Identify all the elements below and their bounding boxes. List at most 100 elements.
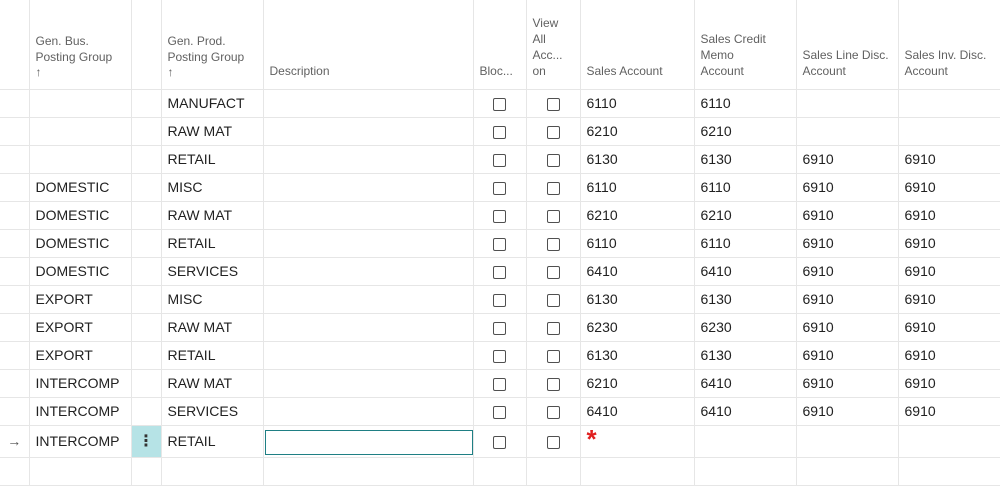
cell-description[interactable] (263, 89, 474, 118)
table-row[interactable]: DOMESTIC RAW MAT 6210 6210 6910 6910 (0, 201, 1000, 230)
cell-gen-prod-posting-group[interactable]: RETAIL (161, 229, 264, 258)
cell-description[interactable] (263, 201, 474, 230)
row-menu-cell[interactable] (131, 397, 162, 426)
cell-sales-credit-memo-account[interactable]: 6230 (694, 313, 797, 342)
cell-gen-bus-posting-group[interactable]: INTERCOMP (29, 369, 132, 398)
header-view-all-accounts[interactable]: View All Acc... on (526, 0, 581, 90)
blocked-checkbox[interactable] (493, 293, 506, 307)
cell-blocked[interactable] (473, 341, 527, 370)
blocked-checkbox[interactable] (493, 435, 506, 449)
cell-sales-account[interactable]: 6230 (580, 313, 695, 342)
cell-description[interactable] (263, 397, 474, 426)
cell-sales-inv-disc-account[interactable]: 6910 (898, 229, 1000, 258)
cell-gen-bus-posting-group[interactable]: EXPORT (29, 285, 132, 314)
cell-gen-bus-posting-group[interactable]: INTERCOMP (29, 425, 132, 458)
header-description[interactable]: Description (263, 0, 474, 90)
cell-sales-inv-disc-account[interactable] (898, 117, 1000, 146)
blocked-checkbox[interactable] (493, 377, 506, 391)
cell-sales-account[interactable]: 6110 (580, 89, 695, 118)
row-menu-cell[interactable] (131, 229, 162, 258)
cell-blocked[interactable] (473, 369, 527, 398)
cell-sales-credit-memo-account[interactable]: 6130 (694, 341, 797, 370)
blocked-checkbox[interactable] (493, 405, 506, 419)
cell-view-all-accounts[interactable] (526, 117, 581, 146)
cell-blocked[interactable] (473, 117, 527, 146)
cell-view-all-accounts[interactable] (526, 173, 581, 202)
row-menu-cell[interactable] (131, 369, 162, 398)
cell-view-all-accounts[interactable] (526, 229, 581, 258)
cell-view-all-accounts[interactable] (526, 257, 581, 286)
cell-sales-account[interactable]: 6130 (580, 145, 695, 174)
cell-gen-prod-posting-group[interactable]: SERVICES (161, 397, 264, 426)
cell-sales-inv-disc-account[interactable]: 6910 (898, 313, 1000, 342)
view-all-accounts-checkbox[interactable] (546, 405, 560, 419)
row-menu-cell[interactable] (131, 173, 162, 202)
view-all-accounts-checkbox[interactable] (546, 293, 560, 307)
view-all-accounts-checkbox[interactable] (546, 97, 560, 111)
header-sales-credit-memo-account[interactable]: Sales Credit Memo Account (694, 0, 797, 90)
table-row[interactable]: DOMESTIC SERVICES 6410 6410 6910 6910 (0, 257, 1000, 286)
cell-sales-credit-memo-account[interactable]: 6210 (694, 201, 797, 230)
view-all-accounts-checkbox[interactable] (546, 181, 560, 195)
header-gen-bus-posting-group[interactable]: Gen. Bus. Posting Group ↑ (29, 0, 132, 90)
cell-gen-prod-posting-group[interactable]: MISC (161, 173, 264, 202)
cell-sales-line-disc-account[interactable]: 6910 (796, 201, 899, 230)
cell-gen-prod-posting-group[interactable]: RETAIL (161, 341, 264, 370)
cell-sales-account[interactable]: 6110 (580, 229, 695, 258)
header-blocked[interactable]: Bloc... (473, 0, 527, 90)
cell-sales-line-disc-account[interactable]: 6910 (796, 173, 899, 202)
cell-sales-credit-memo-account[interactable]: 6410 (694, 369, 797, 398)
view-all-accounts-checkbox[interactable] (546, 209, 560, 223)
cell-view-all-accounts[interactable] (526, 201, 581, 230)
row-menu-cell[interactable] (131, 201, 162, 230)
header-sales-line-disc-account[interactable]: Sales Line Disc. Account (796, 0, 899, 90)
cell-blocked[interactable] (473, 89, 527, 118)
cell-description[interactable] (263, 117, 474, 146)
cell-gen-prod-posting-group[interactable]: MISC (161, 285, 264, 314)
cell-sales-credit-memo-account[interactable]: 6110 (694, 89, 797, 118)
cell-sales-credit-memo-account[interactable]: 6130 (694, 145, 797, 174)
cell-sales-line-disc-account[interactable] (796, 117, 899, 146)
cell-blocked[interactable] (473, 425, 527, 458)
cell-view-all-accounts[interactable] (526, 313, 581, 342)
cell-sales-inv-disc-account[interactable] (898, 89, 1000, 118)
cell-sales-inv-disc-account[interactable]: 6910 (898, 145, 1000, 174)
blocked-checkbox[interactable] (493, 265, 506, 279)
cell-blocked[interactable] (473, 201, 527, 230)
row-menu-cell[interactable] (131, 117, 162, 146)
header-gen-prod-posting-group[interactable]: Gen. Prod. Posting Group ↑ (161, 0, 264, 90)
cell-sales-inv-disc-account[interactable]: 6910 (898, 257, 1000, 286)
row-menu-cell[interactable] (131, 257, 162, 286)
cell-gen-prod-posting-group[interactable]: SERVICES (161, 257, 264, 286)
cell-gen-bus-posting-group[interactable] (29, 117, 132, 146)
description-input[interactable] (264, 429, 472, 455)
cell-blocked[interactable] (473, 229, 527, 258)
cell-sales-credit-memo-account[interactable]: 6130 (694, 285, 797, 314)
cell-view-all-accounts[interactable] (526, 425, 581, 458)
table-row[interactable]: MANUFACT 6110 6110 (0, 89, 1000, 118)
cell-view-all-accounts[interactable] (526, 89, 581, 118)
cell-sales-line-disc-account[interactable]: 6910 (796, 341, 899, 370)
cell-gen-prod-posting-group[interactable]: RETAIL (161, 425, 264, 458)
blocked-checkbox[interactable] (493, 237, 506, 251)
cell-sales-line-disc-account[interactable]: 6910 (796, 397, 899, 426)
cell-description[interactable] (263, 341, 474, 370)
cell-sales-line-disc-account[interactable]: 6910 (796, 285, 899, 314)
blocked-checkbox[interactable] (493, 321, 506, 335)
view-all-accounts-checkbox[interactable] (546, 349, 560, 363)
table-row[interactable]: DOMESTIC RETAIL 6110 6110 6910 6910 (0, 229, 1000, 258)
cell-sales-credit-memo-account[interactable]: 6410 (694, 397, 797, 426)
header-sales-account[interactable]: Sales Account (580, 0, 695, 90)
view-all-accounts-checkbox[interactable] (546, 377, 560, 391)
cell-gen-prod-posting-group[interactable]: RAW MAT (161, 369, 264, 398)
cell-gen-prod-posting-group[interactable]: RAW MAT (161, 313, 264, 342)
cell-blocked[interactable] (473, 397, 527, 426)
active-row[interactable]: → INTERCOMP ⋮ RETAIL * (0, 425, 1000, 458)
cell-description[interactable] (263, 369, 474, 398)
cell-description[interactable] (263, 145, 474, 174)
blocked-checkbox[interactable] (493, 153, 506, 167)
cell-sales-account[interactable]: 6410 (580, 257, 695, 286)
row-menu-button[interactable]: ⋮ (131, 425, 162, 458)
view-all-accounts-checkbox[interactable] (546, 125, 560, 139)
view-all-accounts-checkbox[interactable] (546, 321, 560, 335)
